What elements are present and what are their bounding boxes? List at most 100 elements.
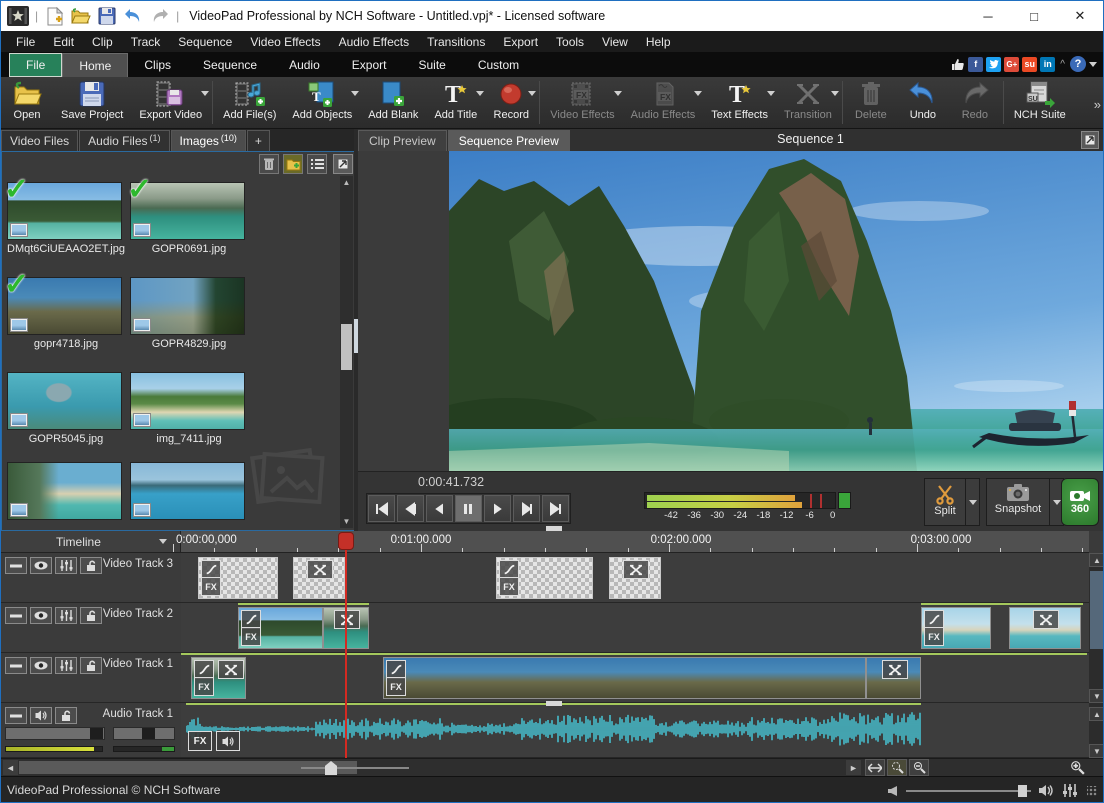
split-button[interactable]: Split	[924, 478, 966, 526]
media-thumbnail[interactable]	[7, 372, 122, 430]
add-objects-button[interactable]: T Add Objects	[284, 77, 360, 128]
menu-edit[interactable]: Edit	[44, 33, 83, 51]
playhead-handle[interactable]	[338, 532, 354, 550]
transition-icon[interactable]	[623, 560, 649, 579]
video-clip[interactable]: FX	[496, 557, 593, 599]
blend-button[interactable]	[55, 657, 77, 674]
video-clip[interactable]: FX	[383, 657, 866, 699]
collapse-button[interactable]	[5, 657, 27, 674]
media-thumbnail[interactable]: ✓	[4, 175, 122, 240]
chevron-down-icon[interactable]	[528, 91, 537, 96]
video-clip[interactable]: FX	[191, 657, 246, 699]
video-clip[interactable]: FX	[198, 557, 278, 599]
media-thumbnail[interactable]: ✓	[127, 175, 245, 240]
playhead[interactable]	[345, 545, 347, 758]
speaker-icon[interactable]	[1039, 784, 1055, 797]
scrollbar-thumb[interactable]	[1090, 571, 1103, 649]
save-project-button[interactable]: Save Project	[53, 77, 131, 128]
split-dropdown[interactable]	[966, 478, 980, 526]
menu-file[interactable]: File	[7, 33, 44, 51]
media-item[interactable]: img_7411.jpg	[130, 372, 248, 445]
list-view-button[interactable]	[307, 154, 327, 174]
zoom-in-button[interactable]	[1067, 759, 1087, 776]
visibility-button[interactable]	[30, 557, 52, 574]
chevron-down-icon[interactable]	[351, 91, 360, 96]
transition-icon[interactable]	[218, 660, 244, 679]
visibility-button[interactable]	[30, 607, 52, 624]
transition-icon[interactable]	[334, 610, 360, 629]
help-dropdown-icon[interactable]	[1089, 61, 1097, 67]
nch-suite-button[interactable]: SU NCH Suite	[1006, 77, 1074, 128]
go-start-button[interactable]	[368, 495, 395, 522]
media-item[interactable]	[130, 462, 248, 520]
speaker-min-icon[interactable]	[888, 785, 898, 797]
media-item[interactable]: ✓ DMqt6CiUEAAO2ET.jpg	[4, 175, 125, 256]
video-tracks-scrollbar[interactable]: ▲ ▼	[1089, 553, 1103, 703]
snapshot-button[interactable]: Snapshot	[986, 478, 1050, 526]
undo-icon[interactable]	[121, 4, 145, 28]
audio-clip[interactable]: FX	[186, 705, 921, 755]
google-plus-icon[interactable]: G+	[1004, 56, 1020, 72]
add-folder-button[interactable]	[283, 154, 303, 174]
collapse-button[interactable]	[5, 707, 27, 724]
visibility-button[interactable]	[30, 657, 52, 674]
scroll-right-icon[interactable]: ►	[846, 760, 861, 775]
media-item[interactable]: GOPR4829.jpg	[130, 277, 248, 350]
add-bin-tab[interactable]: +	[246, 130, 270, 151]
tab-clip-preview[interactable]: Clip Preview	[358, 130, 447, 151]
media-tab-images[interactable]: Images (10)	[170, 130, 246, 151]
fx-badge[interactable]: FX	[924, 627, 944, 646]
track-lane[interactable]: FX	[181, 703, 1089, 758]
audio-tracks-scrollbar[interactable]: ▲ ▼	[1089, 703, 1103, 758]
new-project-icon[interactable]	[43, 4, 67, 28]
ribbon-tab-suite[interactable]: Suite	[402, 53, 461, 77]
chevron-down-icon[interactable]	[613, 91, 622, 96]
redo-icon[interactable]	[147, 4, 171, 28]
video-clip[interactable]: FX	[238, 607, 323, 649]
media-item[interactable]: GOPR5045.jpg	[7, 372, 125, 445]
zoom-out-button[interactable]	[909, 759, 929, 776]
transition-icon[interactable]	[881, 660, 908, 679]
media-thumbnail[interactable]: ✓	[4, 270, 122, 335]
chevron-down-icon[interactable]	[766, 91, 775, 96]
add-blank-button[interactable]: Add Blank	[360, 77, 426, 128]
scroll-down-icon[interactable]: ▼	[1089, 689, 1103, 703]
fx-badge[interactable]: FX	[241, 627, 261, 646]
transition-icon[interactable]	[1033, 610, 1059, 629]
delete-button[interactable]	[259, 154, 279, 174]
menu-tools[interactable]: Tools	[547, 33, 593, 51]
previous-clip-button[interactable]	[397, 495, 424, 522]
media-item[interactable]	[7, 462, 125, 520]
video-clip[interactable]	[293, 557, 345, 599]
ribbon-tab-audio[interactable]: Audio	[273, 53, 336, 77]
media-thumbnail[interactable]	[7, 462, 122, 520]
step-back-button[interactable]	[426, 495, 453, 522]
lock-button[interactable]	[80, 557, 102, 574]
facebook-icon[interactable]: f	[968, 56, 984, 72]
track-volume-slider[interactable]	[5, 727, 105, 740]
chevron-down-icon[interactable]	[476, 91, 485, 96]
slider-thumb[interactable]	[142, 728, 155, 739]
media-item[interactable]: ✓ GOPR0691.jpg	[127, 175, 248, 255]
scroll-down-icon[interactable]: ▼	[340, 515, 353, 528]
next-clip-button[interactable]	[513, 495, 540, 522]
scroll-up-icon[interactable]: ▲	[1089, 707, 1103, 721]
save-project-icon[interactable]	[95, 4, 119, 28]
ribbon-tab-clips[interactable]: Clips	[128, 53, 187, 77]
mixer-icon[interactable]	[1063, 784, 1077, 797]
ribbon-tab-home[interactable]: Home	[62, 53, 129, 77]
detach-panel-icon[interactable]	[333, 154, 353, 174]
menu-export[interactable]: Export	[494, 33, 547, 51]
track-lane[interactable]: FX FX	[181, 603, 1089, 653]
open-project-icon[interactable]	[69, 4, 93, 28]
step-forward-button[interactable]	[484, 495, 511, 522]
minimize-button[interactable]: ─	[965, 1, 1011, 31]
linkedin-icon[interactable]: in	[1040, 56, 1056, 72]
text-effects-button[interactable]: T Text Effects	[703, 77, 776, 128]
export-video-button[interactable]: Export Video	[131, 77, 210, 128]
track-lane[interactable]: FX FX	[181, 653, 1089, 703]
slider-thumb[interactable]	[90, 728, 103, 739]
section-resize-handle[interactable]	[546, 526, 562, 531]
timeline-header[interactable]: Timeline	[1, 531, 181, 553]
help-icon[interactable]: ?	[1070, 56, 1086, 72]
